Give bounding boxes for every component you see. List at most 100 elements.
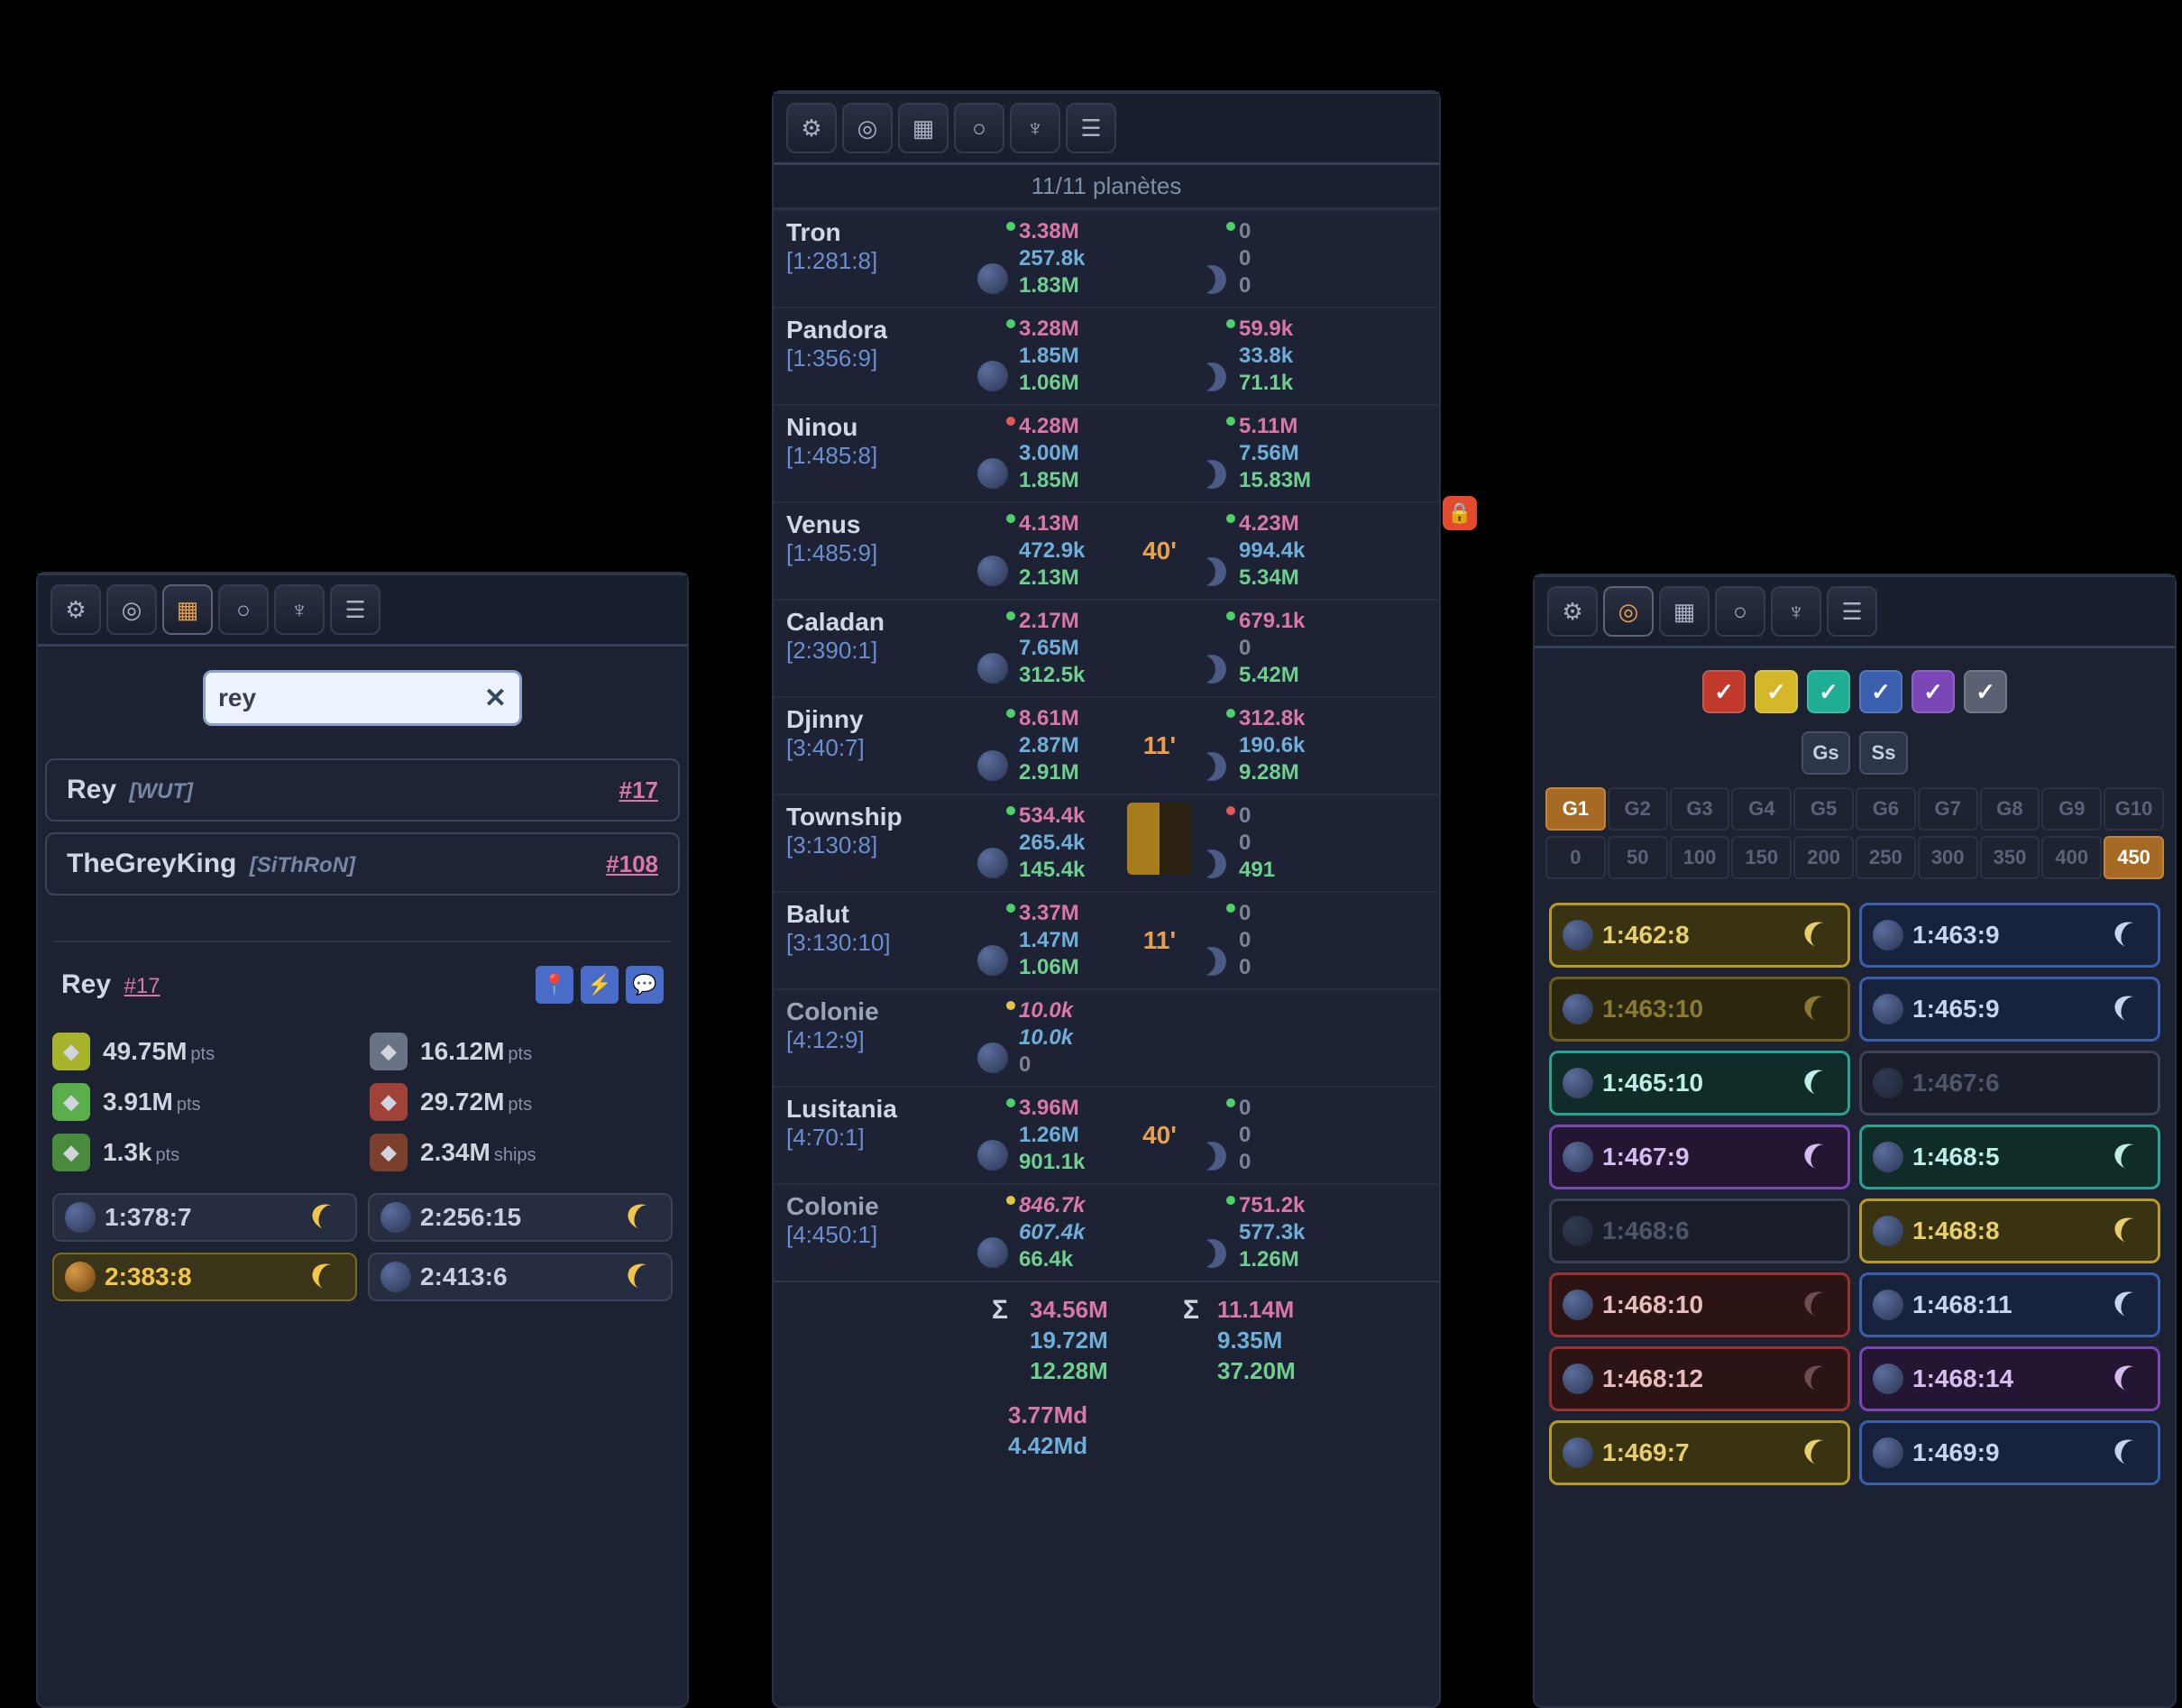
bolt-icon[interactable]: ⚡ [581,966,619,1004]
planet-coord[interactable]: [1:485:8] [786,442,972,470]
planet-row[interactable]: Colonie[4:450:1]846.7k607.4k66.4k751.2k5… [774,1183,1439,1281]
search-result[interactable]: TheGreyKing [SiThRoN]#108 [45,832,680,895]
layers-icon[interactable] [330,584,380,635]
target-chip[interactable]: 1:469:7 [1549,1420,1850,1485]
coord-chip[interactable]: 2:256:15 [368,1193,673,1242]
target-chip[interactable]: 1:468:12 [1549,1346,1850,1411]
planet-coord[interactable]: [2:390:1] [786,637,972,665]
galaxy-cell[interactable]: G5 [1793,787,1854,831]
target-icon[interactable] [842,103,893,153]
system-cell[interactable]: 350 [1980,836,2040,879]
wing-icon[interactable] [1771,586,1821,637]
target-chip[interactable]: 1:469:9 [1859,1420,2160,1485]
result-rank[interactable]: #17 [619,776,658,804]
galaxy-cell[interactable]: G9 [2041,787,2102,831]
filter-check[interactable]: ✓ [1964,670,2007,713]
planet-resources: 4.28M3.00M1.85M [1019,413,1122,494]
target-chip[interactable]: 1:467:6 [1859,1051,2160,1116]
planet-coord[interactable]: [1:356:9] [786,344,972,372]
target-icon[interactable] [1603,586,1654,637]
coord-chip[interactable]: 2:383:8 [52,1253,357,1301]
planet-row[interactable]: Township[3:130:8]534.4k265.4k145.4k00491 [774,794,1439,891]
planet-row[interactable]: Colonie[4:12:9]10.0k10.0k0 [774,988,1439,1086]
ss-button[interactable]: Ss [1859,731,1908,775]
layers-icon[interactable] [1066,103,1116,153]
planet-coord[interactable]: [1:281:8] [786,247,972,275]
target-chip[interactable]: 1:468:6 [1549,1198,1850,1263]
planet-row[interactable]: Pandora[1:356:9]3.28M1.85M1.06M59.9k33.8… [774,307,1439,404]
filter-check[interactable]: ✓ [1859,670,1902,713]
target-chip[interactable]: 1:463:10 [1549,977,1850,1042]
target-chip[interactable]: 1:465:9 [1859,977,2160,1042]
galaxy-cell[interactable]: G2 [1608,787,1668,831]
wing-icon[interactable] [1010,103,1060,153]
gear-icon[interactable] [786,103,837,153]
planet-row[interactable]: Lusitania[4:70:1]3.96M1.26M901.1k40'000 [774,1086,1439,1183]
ring-icon[interactable] [954,103,1004,153]
planet-coord[interactable]: [1:485:9] [786,539,972,567]
planet-row[interactable]: Djinny[3:40:7]8.61M2.87M2.91M11'312.8k19… [774,696,1439,794]
target-chip[interactable]: 1:468:10 [1549,1272,1850,1337]
galaxy-cell[interactable]: G8 [1980,787,2040,831]
planet-row[interactable]: Venus[1:485:9]4.13M472.9k2.13M40'4.23M99… [774,501,1439,599]
checker-icon[interactable]: ▦ [898,103,949,153]
wing-icon[interactable] [274,584,325,635]
planet-coord[interactable]: [4:12:9] [786,1026,972,1054]
system-cell[interactable]: 250 [1856,836,1916,879]
target-chip[interactable]: 1:468:14 [1859,1346,2160,1411]
planet-row[interactable]: Caladan[2:390:1]2.17M7.65M312.5k679.1k05… [774,599,1439,696]
coord-chip[interactable]: 2:413:6 [368,1253,673,1301]
target-chip[interactable]: 1:463:9 [1859,903,2160,968]
target-chip[interactable]: 1:468:5 [1859,1125,2160,1189]
galaxy-cell[interactable]: G10 [2104,787,2164,831]
layers-icon[interactable] [1827,586,1877,637]
target-icon[interactable] [106,584,157,635]
search-input[interactable]: rey ✕ [203,670,522,726]
filter-check[interactable]: ✓ [1912,670,1955,713]
target-chip[interactable]: 1:467:9 [1549,1125,1850,1189]
planet-row[interactable]: Ninou[1:485:8]4.28M3.00M1.85M5.11M7.56M1… [774,404,1439,501]
checker-icon[interactable]: ▦ [1659,586,1710,637]
galaxy-cell[interactable]: G6 [1856,787,1916,831]
gear-icon[interactable] [1547,586,1598,637]
search-result[interactable]: Rey [WUT]#17 [45,758,680,822]
gear-icon[interactable] [50,584,101,635]
lock-icon[interactable]: 🔒 [1443,496,1477,530]
coord-chip[interactable]: 1:378:7 [52,1193,357,1242]
planet-coord[interactable]: [3:40:7] [786,734,972,762]
ring-icon[interactable] [218,584,269,635]
target-chip[interactable]: 1:465:10 [1549,1051,1850,1116]
planet-coord[interactable]: [4:450:1] [786,1221,972,1249]
target-chip[interactable]: 1:468:11 [1859,1272,2160,1337]
planet-coord[interactable]: [3:130:10] [786,929,972,957]
system-cell[interactable]: 200 [1793,836,1854,879]
system-cell[interactable]: 50 [1608,836,1668,879]
planet-row[interactable]: Balut[3:130:10]3.37M1.47M1.06M11'000 [774,891,1439,988]
planet-coord[interactable]: [4:70:1] [786,1124,972,1152]
chat-icon[interactable]: 💬 [626,966,664,1004]
result-rank[interactable]: #108 [606,850,658,878]
system-cell[interactable]: 450 [2104,836,2164,879]
planet-row[interactable]: Tron[1:281:8]3.38M257.8k1.83M000 [774,209,1439,307]
checker-icon[interactable]: ▦ [162,584,213,635]
target-chip[interactable]: 1:468:8 [1859,1198,2160,1263]
ring-icon[interactable] [1715,586,1765,637]
profile-rank[interactable]: #17 [124,974,160,998]
galaxy-cell[interactable]: G4 [1731,787,1792,831]
galaxy-cell[interactable]: G3 [1670,787,1730,831]
system-cell[interactable]: 100 [1670,836,1730,879]
galaxy-cell[interactable]: G7 [1918,787,1978,831]
target-chip[interactable]: 1:462:8 [1549,903,1850,968]
gs-button[interactable]: Gs [1802,731,1850,775]
planet-coord[interactable]: [3:130:8] [786,831,972,859]
filter-check[interactable]: ✓ [1807,670,1850,713]
system-cell[interactable]: 150 [1731,836,1792,879]
filter-check[interactable]: ✓ [1702,670,1746,713]
system-cell[interactable]: 400 [2041,836,2102,879]
clear-icon[interactable]: ✕ [484,683,507,714]
system-cell[interactable]: 0 [1545,836,1606,879]
galaxy-cell[interactable]: G1 [1545,787,1606,831]
pin-icon[interactable]: 📍 [536,966,573,1004]
filter-check[interactable]: ✓ [1755,670,1798,713]
system-cell[interactable]: 300 [1918,836,1978,879]
